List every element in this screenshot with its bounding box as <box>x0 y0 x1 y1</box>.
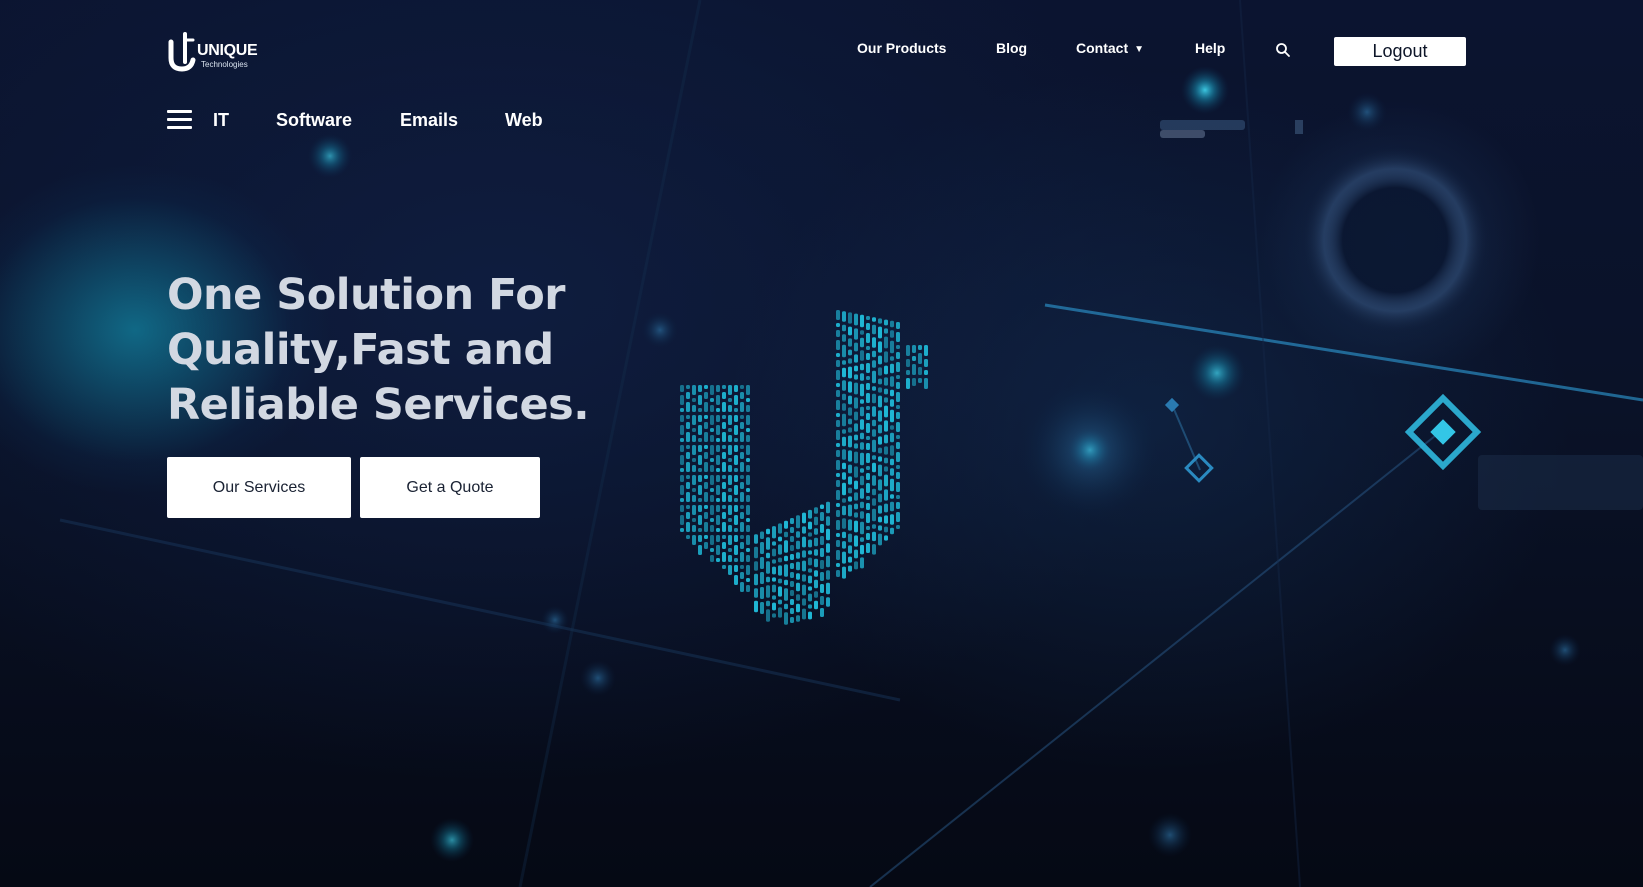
our-services-button[interactable]: Our Services <box>167 457 351 518</box>
page: UNIQUE Technologies Our Products Blog Co… <box>0 0 1643 887</box>
hero-title-line: Reliable Services. <box>167 380 590 430</box>
nav-blog[interactable]: Blog <box>996 40 1027 56</box>
hero-title-line: One Solution For <box>167 270 565 320</box>
hamburger-icon[interactable] <box>167 110 192 130</box>
logout-button[interactable]: Logout <box>1334 37 1466 66</box>
hero-title-line: Quality,Fast and <box>167 325 554 375</box>
brand-name: UNIQUE <box>197 42 258 59</box>
logo-u-icon <box>168 32 196 72</box>
search-icon[interactable] <box>1275 42 1291 58</box>
brand-logo[interactable]: UNIQUE Technologies <box>167 30 267 74</box>
brand-tagline: Technologies <box>201 60 248 69</box>
binary-u-logo-graphic <box>680 310 928 625</box>
nav-help[interactable]: Help <box>1195 40 1225 56</box>
get-a-quote-button[interactable]: Get a Quote <box>360 457 540 518</box>
category-it[interactable]: IT <box>213 110 229 131</box>
nav-our-products[interactable]: Our Products <box>857 40 946 56</box>
nav-contact-label: Contact <box>1076 40 1129 56</box>
category-emails[interactable]: Emails <box>400 110 458 131</box>
nav-contact[interactable]: Contact ▼ <box>1076 40 1144 56</box>
chevron-down-icon: ▼ <box>1134 44 1145 55</box>
category-web[interactable]: Web <box>505 110 543 131</box>
category-software[interactable]: Software <box>276 110 352 131</box>
hero-title: One Solution For Quality,Fast and Reliab… <box>167 268 627 433</box>
